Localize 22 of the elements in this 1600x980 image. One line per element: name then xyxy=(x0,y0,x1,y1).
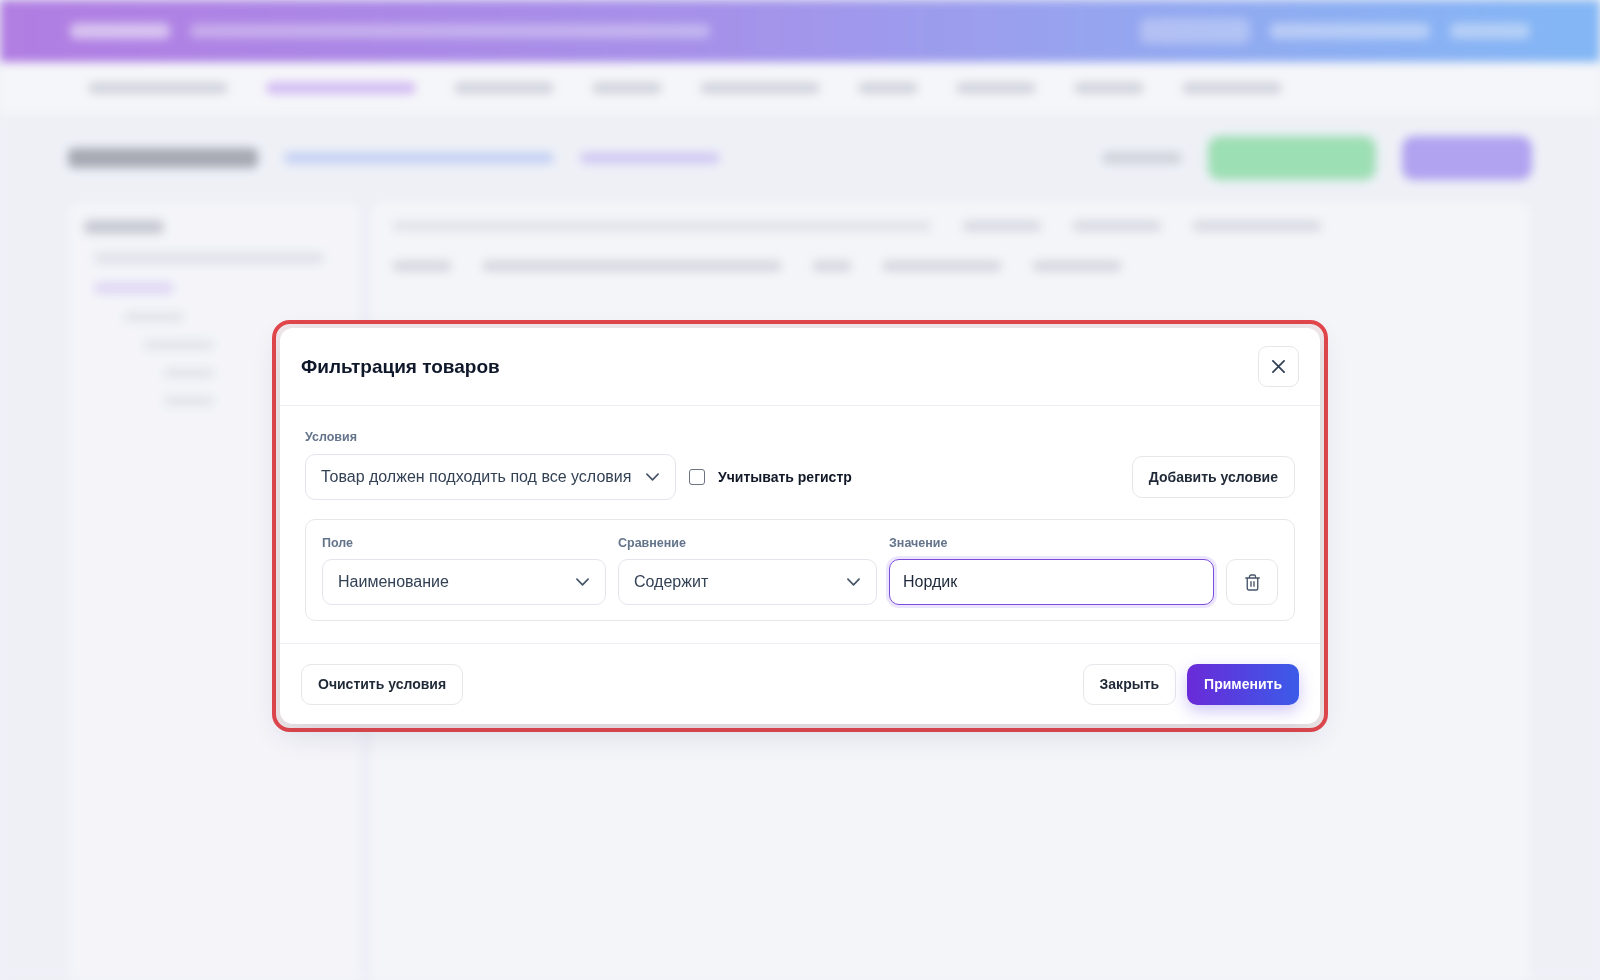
trash-icon xyxy=(1244,573,1260,591)
checkbox-label: Учитывать регистр xyxy=(718,469,852,485)
apply-button[interactable]: Применить xyxy=(1187,663,1299,705)
field-label: Значение xyxy=(889,536,948,551)
add-condition-button[interactable]: Добавить условие xyxy=(1131,456,1295,498)
checkbox[interactable] xyxy=(689,469,705,485)
chevron-down-icon xyxy=(646,473,659,481)
chevron-down-icon xyxy=(847,578,860,586)
field-label: Поле xyxy=(322,536,354,551)
close-button[interactable] xyxy=(1258,346,1299,387)
match-mode-select[interactable]: Товар должен подходить под все условия xyxy=(305,454,676,500)
value-input[interactable]: Нордик xyxy=(889,559,1214,605)
clear-conditions-button[interactable]: Очистить условия xyxy=(301,663,464,705)
close-dialog-button[interactable]: Закрыть xyxy=(1082,663,1177,705)
comparison-select[interactable]: Содержит xyxy=(618,559,877,605)
delete-button[interactable] xyxy=(1226,559,1278,605)
field-label: Условия xyxy=(305,430,357,445)
field-label: Сравнение xyxy=(618,536,686,551)
close-icon xyxy=(1272,360,1285,373)
field-select[interactable]: Наименование xyxy=(322,559,606,605)
dialog-title: Фильтрация товаров xyxy=(301,355,500,378)
chevron-down-icon xyxy=(576,578,589,586)
